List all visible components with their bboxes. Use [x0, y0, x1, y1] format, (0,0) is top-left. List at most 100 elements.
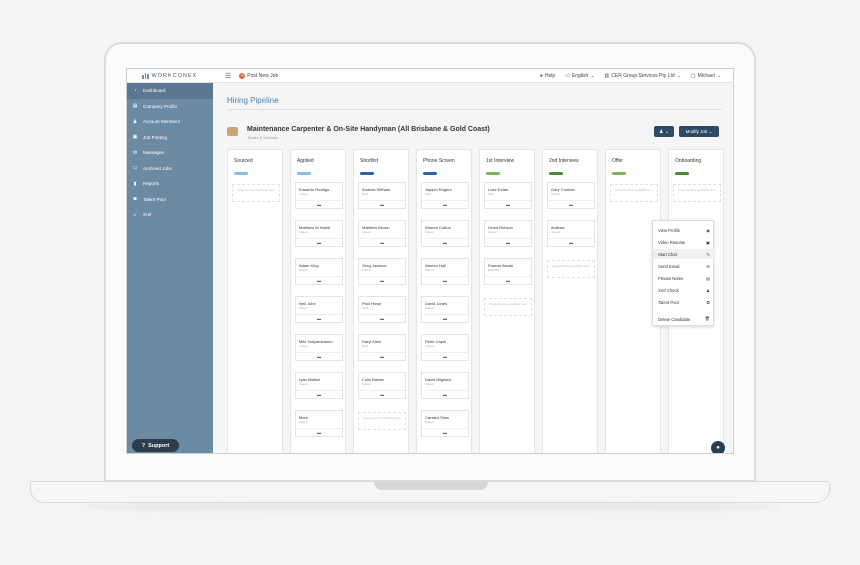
card-menu-button[interactable]: ▬	[296, 314, 342, 322]
card-menu-button[interactable]: ▬	[359, 352, 405, 360]
context-menu-item[interactable]: View Profile ◉	[653, 225, 715, 235]
sidebar-item-company-profile[interactable]: ▤ Company Profile	[127, 99, 213, 115]
candidate-card[interactable]: Andrew Indeed ▬	[547, 220, 595, 247]
candidate-card[interactable]: Matthew M Habib Indeed ▬	[295, 220, 343, 247]
support-button[interactable]: ? Support	[132, 439, 179, 452]
chat-fab-button[interactable]: ●	[711, 441, 725, 453]
company-select[interactable]: ▥ CER Group Services Pty Ltd ⌄	[605, 73, 681, 79]
card-menu-button[interactable]: ▬	[422, 390, 468, 398]
card-menu-button[interactable]: ▬	[296, 276, 342, 284]
card-menu-icon: ▬	[443, 354, 447, 359]
card-menu-button[interactable]: ▬	[485, 200, 531, 208]
candidate-card[interactable]: Greg Jackson Indeed ▬	[358, 258, 406, 285]
card-menu-button[interactable]: ▬	[422, 200, 468, 208]
card-menu-button[interactable]: ▬	[422, 314, 468, 322]
card-menu-icon: ▬	[380, 202, 384, 207]
context-menu-item[interactable]: Delete Candidate 🗑	[653, 314, 715, 324]
card-menu-button[interactable]: ▬	[359, 390, 405, 398]
user-menu[interactable]: ▢ Michael ⌄	[691, 73, 721, 79]
card-menu-icon: ▬	[506, 240, 510, 245]
card-menu-button[interactable]: ▬	[359, 276, 405, 284]
card-menu-button[interactable]: ▬	[485, 276, 531, 284]
candidate-card[interactable]: David Jones Indeed ▬	[421, 296, 469, 323]
context-menu-item[interactable]: Send Email ✉	[653, 261, 715, 271]
sidebar-item-xref[interactable]: ⌂ Xref	[127, 207, 213, 223]
candidate-card[interactable]: Jayson Rogers Seek ▬	[421, 182, 469, 209]
menu-toggle-icon[interactable]: ☰	[225, 72, 231, 80]
app-logo[interactable]: WORKCONEX	[127, 69, 213, 83]
context-menu-item[interactable]: Private Notes ▤	[653, 273, 715, 283]
card-menu-button[interactable]: ▬	[359, 200, 405, 208]
card-menu-button[interactable]: ▬	[296, 238, 342, 246]
context-menu-item[interactable]: Xref Check ♟	[653, 285, 715, 295]
candidate-card[interactable]: Warren Cotton Indeed ▬	[421, 220, 469, 247]
post-job-button[interactable]: + Post New Job	[239, 72, 278, 79]
card-menu-button[interactable]: ▬	[422, 238, 468, 246]
sidebar-item-talent-pool[interactable]: ◙ Talent Pool	[127, 192, 213, 208]
drop-zone[interactable]: Drag and drop candidate here	[484, 298, 532, 316]
candidate-source: Seek	[362, 192, 369, 196]
candidate-source: Indeed	[425, 230, 434, 234]
stage-color-bar	[423, 172, 437, 175]
help-link[interactable]: ● Help	[540, 73, 555, 79]
card-menu-button[interactable]: ▬	[296, 352, 342, 360]
candidate-card[interactable]: Colin Barker Indeed ▬	[358, 372, 406, 399]
sidebar-item-dashboard[interactable]: ◔ Dashboard	[127, 83, 213, 99]
column-title: Phone Screen	[423, 158, 455, 164]
card-menu-button[interactable]: ▬	[359, 314, 405, 322]
candidate-card[interactable]: Warren Hall Indeed ▬	[421, 258, 469, 285]
card-menu-button[interactable]: ▬	[296, 200, 342, 208]
support-label: Support	[148, 442, 170, 449]
candidate-card[interactable]: Daryl Klein Seek ▬	[358, 334, 406, 361]
candidate-card[interactable]: Eduardo Rodrigu... Indeed ▬	[295, 182, 343, 209]
candidate-card[interactable]: Matthew Brown Indeed ▬	[358, 220, 406, 247]
drop-zone[interactable]: Drag and drop candidate here	[547, 260, 595, 278]
modify-job-button[interactable]: Modify Job ⌄	[679, 126, 719, 137]
sidebar-item-account-members[interactable]: ♟ Account Members	[127, 114, 213, 130]
language-select[interactable]: ▭ English ⌄	[565, 73, 594, 79]
context-menu-item[interactable]: Talent Pool ✪	[653, 297, 715, 307]
candidate-card[interactable]: Luke Dolan Seek ▬	[484, 182, 532, 209]
candidate-card[interactable]: Miki Yariyambamm Indeed ▬	[295, 334, 343, 361]
sidebar-item-messages[interactable]: ✉ Messages	[127, 145, 213, 161]
card-menu-button[interactable]: ▬	[548, 238, 594, 246]
candidate-card[interactable]: ryan hilditch Indeed ▬	[295, 372, 343, 399]
context-menu-item[interactable]: Start Chat ✎	[653, 249, 715, 259]
sidebar-item-archived-jobs[interactable]: ▭ Archived Jobs	[127, 161, 213, 177]
card-menu-button[interactable]: ▬	[422, 352, 468, 360]
candidate-card[interactable]: David Blignaut Indeed ▬	[421, 372, 469, 399]
drop-zone[interactable]: Drag and drop candidate here	[232, 184, 280, 202]
candidate-source: Indeed	[299, 420, 308, 424]
card-menu-button[interactable]: ▬	[422, 276, 468, 284]
candidate-card[interactable]: Adam King Indeed ▬	[295, 258, 343, 285]
sidebar-item-job-posting[interactable]: ▣ Job Posting	[127, 130, 213, 146]
drop-zone[interactable]: Drag and drop candidate here	[610, 184, 658, 202]
card-menu-button[interactable]: ▬	[548, 200, 594, 208]
card-menu-button[interactable]: ▬	[296, 428, 342, 436]
card-menu-button[interactable]: ▬	[485, 238, 531, 246]
assign-user-button[interactable]: ♟ ⌄	[654, 126, 674, 137]
pipeline-column: Applied Eduardo Rodrigu... Indeed ▬ Matthew …	[290, 149, 346, 453]
candidate-card[interactable]: Paul Howe Seek ▬	[358, 296, 406, 323]
candidate-card[interactable]: Peter Capel Indeed ▬	[421, 334, 469, 361]
drop-zone[interactable]: Drag and drop candidate here	[673, 184, 721, 202]
drop-zone[interactable]: Drag and drop candidate here	[358, 412, 406, 430]
candidate-name: Adam King	[299, 263, 319, 268]
candidate-name: Mark	[299, 415, 308, 420]
candidate-card[interactable]: Francis Alcala Referrals ▬	[484, 258, 532, 285]
candidate-card[interactable]: Neil John Indeed ▬	[295, 296, 343, 323]
context-menu-item[interactable]: Video Resume ▣	[653, 237, 715, 247]
pool-icon: ✪	[706, 299, 710, 305]
candidate-card[interactable]: Andrew Witham Seek ▬	[358, 182, 406, 209]
main-content: Hiring Pipeline Maintenance Carpenter & …	[213, 83, 733, 453]
candidate-card[interactable]: Mark Indeed ▬	[295, 410, 343, 437]
candidate-card[interactable]: Grant Robson Indeed ▬	[484, 220, 532, 247]
card-menu-icon: ▬	[569, 240, 573, 245]
candidate-card[interactable]: Gary Cumber Indeed ▬	[547, 182, 595, 209]
candidate-name: David Jones	[425, 301, 448, 306]
card-menu-button[interactable]: ▬	[296, 390, 342, 398]
candidate-card[interactable]: Carsten Sims Indeed ▬	[421, 410, 469, 437]
card-menu-button[interactable]: ▬	[422, 428, 468, 436]
card-menu-button[interactable]: ▬	[359, 238, 405, 246]
sidebar-item-reports[interactable]: ▮ Reports	[127, 176, 213, 192]
